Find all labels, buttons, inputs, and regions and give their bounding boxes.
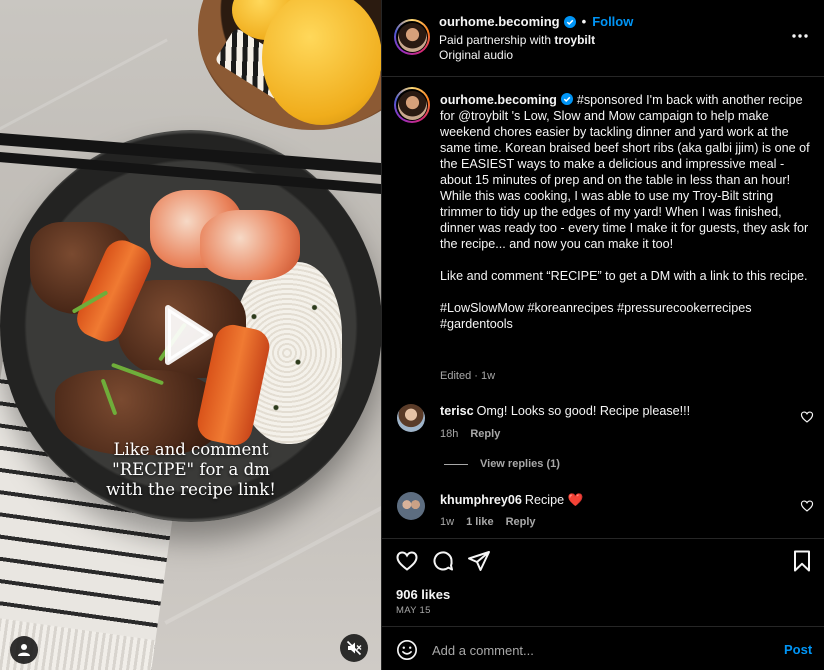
comment-icon[interactable] (431, 549, 455, 573)
follow-button[interactable]: Follow (592, 14, 633, 29)
kimchi (200, 210, 300, 280)
verified-badge-icon (560, 93, 573, 105)
heart-icon[interactable] (800, 410, 814, 424)
caption-hashtags[interactable]: #LowSlowMow #koreanrecipes #pressurecook… (440, 300, 812, 332)
speaker-muted-icon (346, 640, 362, 656)
comment-text: Omg! Looks so good! Recipe please!!! (476, 404, 691, 418)
comment-meta: 18h Reply (440, 428, 512, 440)
divider-line (444, 463, 468, 465)
more-options-button[interactable] (788, 24, 812, 48)
paid-partnership-label: Paid partnership with troybilt (439, 33, 596, 47)
comment-username[interactable]: khumphrey06 (440, 493, 522, 507)
person-icon (18, 644, 30, 656)
video-overlay-text: Like and comment "RECIPE" for a dm with … (106, 440, 276, 499)
author-username[interactable]: ourhome.becoming (439, 14, 560, 29)
caption-username[interactable]: ourhome.becoming (440, 93, 557, 107)
more-horizontal-icon (792, 34, 808, 38)
comment: terisc Omg! Looks so good! Recipe please!… (440, 404, 690, 418)
post-date: MAY 15 (396, 605, 431, 616)
add-comment-bar: Post (382, 626, 824, 670)
view-replies-button[interactable]: View replies (1) (444, 458, 560, 470)
verified-badge-icon (563, 15, 576, 28)
comment-text: Recipe (524, 493, 568, 507)
heart-emoji: ❤️ (567, 493, 584, 507)
post-caption: ourhome.becoming #sponsored I'm back with… (440, 92, 812, 348)
commenter-avatar[interactable] (397, 404, 425, 432)
author-avatar[interactable] (394, 19, 430, 55)
post-comment-button[interactable]: Post (784, 642, 812, 657)
post-media[interactable]: Like and comment "RECIPE" for a dm with … (0, 0, 381, 670)
edited-timestamp: Edited · 1w (440, 370, 496, 382)
comment-time: 18h (440, 428, 459, 440)
bookmark-icon[interactable] (790, 549, 814, 573)
commenter-avatar[interactable] (397, 492, 425, 520)
caption-cta: Like and comment “RECIPE” to get a DM wi… (440, 269, 808, 283)
marble-texture (0, 38, 168, 145)
post-details-panel: ourhome.becoming • Follow Paid partnersh… (381, 0, 824, 670)
post-header: ourhome.becoming • Follow Paid partnersh… (382, 0, 824, 77)
caption-text: #sponsored I'm back with another recipe … (440, 93, 810, 251)
heart-icon[interactable] (395, 549, 419, 573)
partner-link[interactable]: troybilt (554, 33, 595, 47)
reply-button[interactable]: Reply (470, 428, 500, 440)
caption-author-avatar[interactable] (394, 87, 430, 123)
lemon (262, 0, 381, 125)
comment-time: 1w (440, 516, 455, 528)
comment-input[interactable] (432, 639, 762, 661)
comment-username[interactable]: terisc (440, 404, 474, 418)
emoji-icon[interactable] (396, 639, 418, 661)
comment: khumphrey06 Recipe ❤️ (440, 493, 583, 508)
comment-meta: 1w 1 like Reply (440, 516, 548, 528)
comment-likes[interactable]: 1 like (466, 516, 494, 528)
action-bar: 906 likes MAY 15 (382, 538, 824, 626)
mute-button[interactable] (340, 634, 368, 662)
heart-icon[interactable] (800, 499, 814, 513)
separator-dot: • (581, 14, 587, 29)
audio-label[interactable]: Original audio (439, 48, 513, 62)
play-icon[interactable] (140, 300, 226, 370)
tagged-users-button[interactable] (10, 636, 38, 664)
share-icon[interactable] (467, 549, 491, 573)
likes-count[interactable]: 906 likes (396, 587, 450, 602)
reply-button[interactable]: Reply (506, 516, 536, 528)
